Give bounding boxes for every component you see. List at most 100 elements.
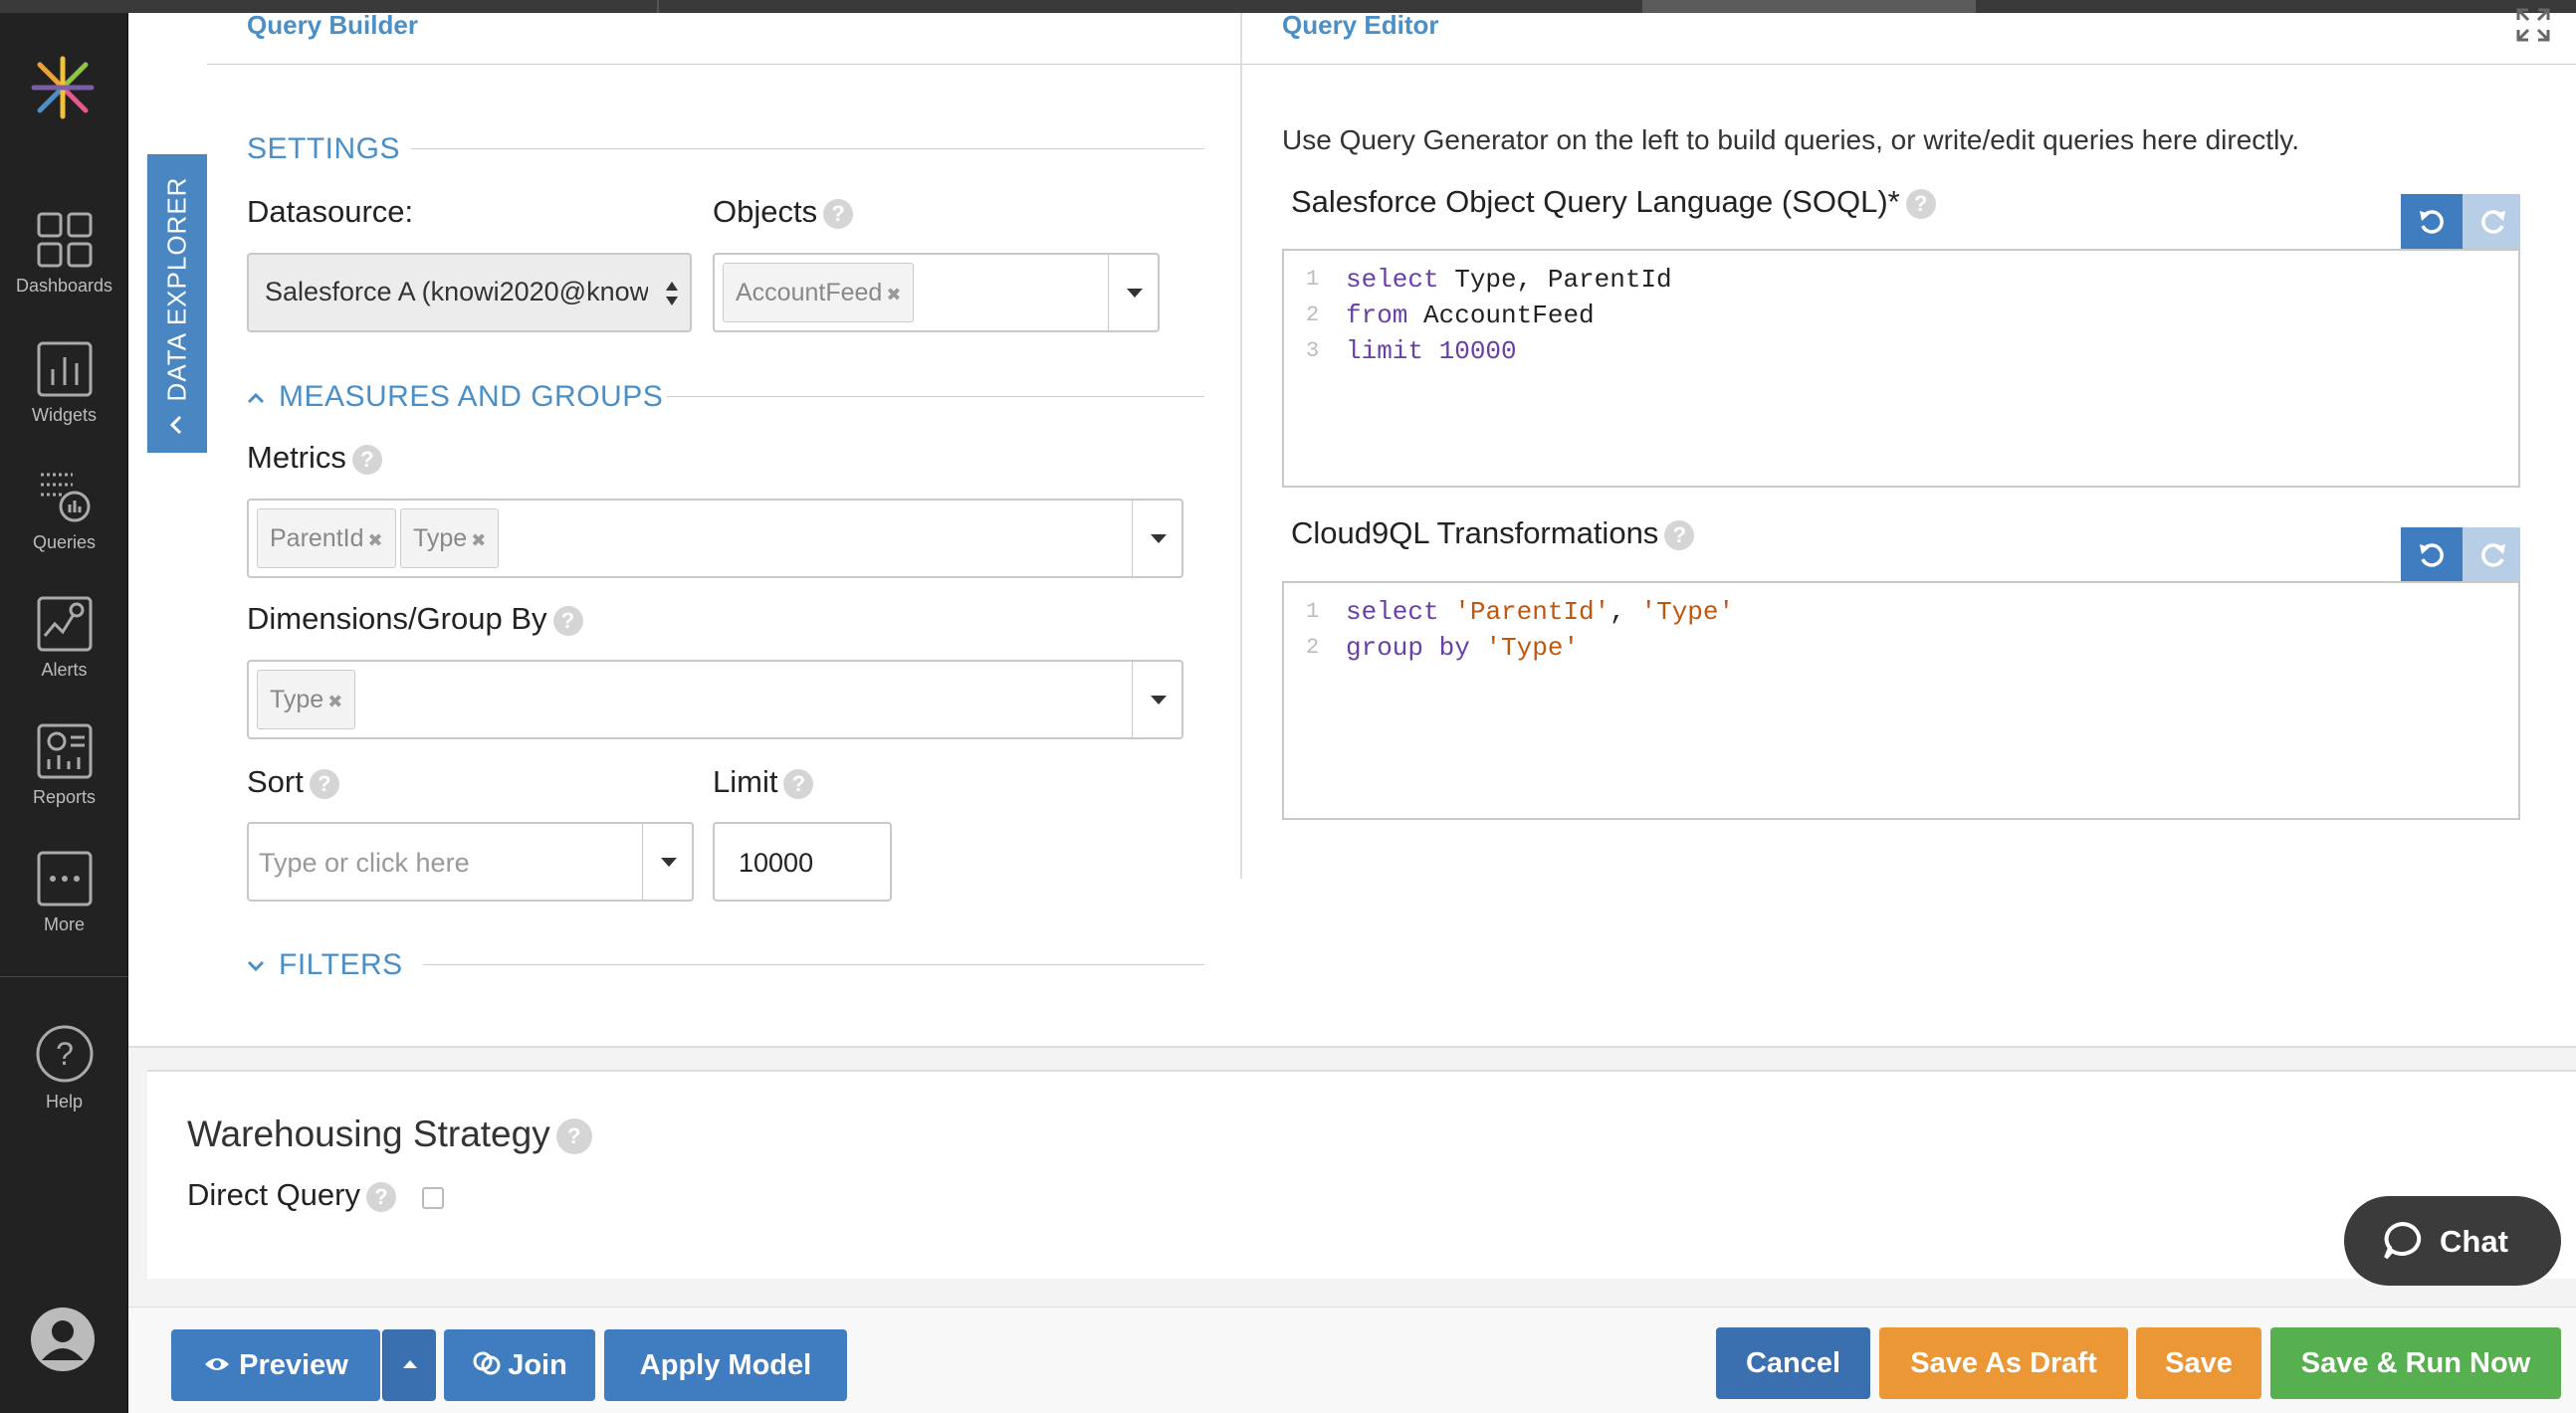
sidebar-item-label: Alerts <box>41 660 88 680</box>
tag-label: Type <box>270 686 324 713</box>
objects-tag[interactable]: AccountFeed ✖ <box>723 263 915 322</box>
user-avatar[interactable] <box>30 1307 96 1377</box>
query-editor-title: Query Editor <box>1282 10 1439 40</box>
dimensions-label: Dimensions/Group By <box>247 601 547 636</box>
metrics-label-wrap: Metrics? <box>247 440 382 476</box>
line-number: 2 <box>1306 635 1320 660</box>
save-run-button[interactable]: Save & Run Now <box>2270 1327 2561 1399</box>
settings-divider <box>411 148 1204 149</box>
sort-help-icon[interactable]: ? <box>309 768 339 799</box>
sort-dropdown-toggle[interactable] <box>642 824 692 900</box>
metrics-dropdown-toggle[interactable] <box>1132 501 1181 576</box>
save-as-draft-label: Save As Draft <box>1910 1347 2097 1379</box>
sidebar-item-reports[interactable]: Reports <box>0 723 128 808</box>
line-number: 3 <box>1306 338 1320 363</box>
redo-icon <box>2481 210 2505 234</box>
limit-label: Limit <box>713 764 778 799</box>
warehousing-panel: Warehousing Strategy? Direct Query? <box>147 1070 2576 1279</box>
c9ql-help-icon[interactable]: ? <box>1664 519 1695 550</box>
warehousing-help-icon[interactable]: ? <box>555 1118 592 1155</box>
limit-input[interactable]: 10000 <box>713 822 892 902</box>
chevron-up-icon <box>247 392 265 404</box>
apply-model-button[interactable]: Apply Model <box>604 1329 847 1401</box>
preview-button[interactable]: Preview <box>171 1329 380 1401</box>
preview-options-button[interactable] <box>382 1329 436 1401</box>
save-button[interactable]: Save <box>2136 1327 2261 1399</box>
filters-divider <box>423 964 1204 965</box>
settings-header: SETTINGS <box>247 132 401 165</box>
data-explorer-tab[interactable]: DATA EXPLORER <box>147 154 207 453</box>
objects-label: Objects <box>713 194 818 229</box>
filters-header: FILTERS <box>279 948 403 981</box>
dimensions-tag[interactable]: Type ✖ <box>257 670 356 729</box>
chat-label: Chat <box>2440 1224 2508 1259</box>
join-button[interactable]: Join <box>444 1329 595 1401</box>
sidebar-item-label: Widgets <box>31 405 98 425</box>
soql-help-icon[interactable]: ? <box>1905 188 1936 219</box>
sidebar-item-alerts[interactable]: Alerts <box>0 596 128 681</box>
direct-query-checkbox[interactable] <box>422 1187 444 1209</box>
remove-tag-icon[interactable]: ✖ <box>471 530 486 550</box>
code-line: limit 10000 <box>1346 336 1517 366</box>
join-label: Join <box>508 1349 567 1381</box>
datasource-select[interactable]: Salesforce A (knowi2020@know <box>247 253 692 332</box>
remove-tag-icon[interactable]: ✖ <box>327 692 342 711</box>
line-number: 2 <box>1306 303 1320 327</box>
metrics-tag[interactable]: ParentId ✖ <box>257 508 396 568</box>
remove-tag-icon[interactable]: ✖ <box>368 530 383 550</box>
measures-header-wrap[interactable]: MEASURES AND GROUPS <box>247 380 663 414</box>
soql-editor[interactable]: 1 select Type, ParentId 2 from AccountFe… <box>1282 249 2520 488</box>
sidebar-item-label: Help <box>45 1092 84 1111</box>
cancel-button[interactable]: Cancel <box>1716 1327 1870 1399</box>
code-text: Type, ParentId <box>1438 265 1672 295</box>
c9ql-label-wrap: Cloud9QL Transformations? <box>1291 515 1695 551</box>
dashboard-grid-icon <box>37 212 92 268</box>
filters-header-wrap[interactable]: FILTERS <box>247 948 403 982</box>
objects-dropdown-toggle[interactable] <box>1108 255 1158 330</box>
redo-icon <box>2481 543 2505 567</box>
metrics-tag[interactable]: Type ✖ <box>400 508 500 568</box>
sidebar-item-widgets[interactable]: Widgets <box>0 341 128 426</box>
save-label: Save <box>2165 1347 2233 1379</box>
code-number: 10000 <box>1423 336 1517 366</box>
metrics-select[interactable]: ParentId ✖ Type ✖ <box>247 499 1183 578</box>
header-divider <box>207 64 2576 65</box>
code-string: 'Type' <box>1640 597 1735 627</box>
svg-text:?: ? <box>56 1036 74 1072</box>
sidebar-item-help[interactable]: ? Help <box>0 1024 128 1112</box>
c9ql-label: Cloud9QL Transformations <box>1291 515 1659 550</box>
sidebar-item-dashboards[interactable]: Dashboards <box>0 212 128 297</box>
sidebar-item-label: More <box>43 914 85 934</box>
soql-redo-button[interactable] <box>2463 194 2520 250</box>
code-keyword: select <box>1346 265 1439 295</box>
sidebar-divider <box>0 976 128 977</box>
objects-select[interactable]: AccountFeed ✖ <box>713 253 1160 332</box>
line-number: 1 <box>1306 599 1320 624</box>
remove-tag-icon[interactable]: ✖ <box>886 285 901 304</box>
dimensions-dropdown-toggle[interactable] <box>1132 662 1181 737</box>
objects-help-icon[interactable]: ? <box>823 198 854 229</box>
code-text: , <box>1610 597 1641 627</box>
chevron-down-icon <box>247 961 265 972</box>
limit-value: 10000 <box>739 848 814 878</box>
dimensions-select[interactable]: Type ✖ <box>247 660 1183 739</box>
c9ql-redo-button[interactable] <box>2463 527 2520 583</box>
sidebar-item-more[interactable]: More <box>0 851 128 935</box>
save-as-draft-button[interactable]: Save As Draft <box>1879 1327 2128 1399</box>
warehousing-title: Warehousing Strategy <box>187 1113 550 1154</box>
chat-button[interactable]: Chat <box>2344 1196 2561 1286</box>
metrics-help-icon[interactable]: ? <box>351 444 382 475</box>
soql-label-wrap: Salesforce Object Query Language (SOQL)*… <box>1291 184 1936 220</box>
sort-placeholder: Type or click here <box>259 848 470 878</box>
direct-query-help-icon[interactable]: ? <box>365 1181 396 1212</box>
cancel-label: Cancel <box>1745 1347 1841 1379</box>
limit-help-icon[interactable]: ? <box>783 768 814 799</box>
code-keyword: select <box>1346 597 1439 627</box>
sort-select[interactable]: Type or click here <box>247 822 694 902</box>
expand-icon[interactable] <box>2516 8 2550 42</box>
c9ql-undo-button[interactable] <box>2401 527 2463 583</box>
c9ql-editor[interactable]: 1 select 'ParentId', 'Type' 2 group by '… <box>1282 581 2520 820</box>
soql-undo-button[interactable] <box>2401 194 2463 250</box>
dimensions-help-icon[interactable]: ? <box>552 605 583 636</box>
sidebar-item-queries[interactable]: Queries <box>0 469 128 553</box>
